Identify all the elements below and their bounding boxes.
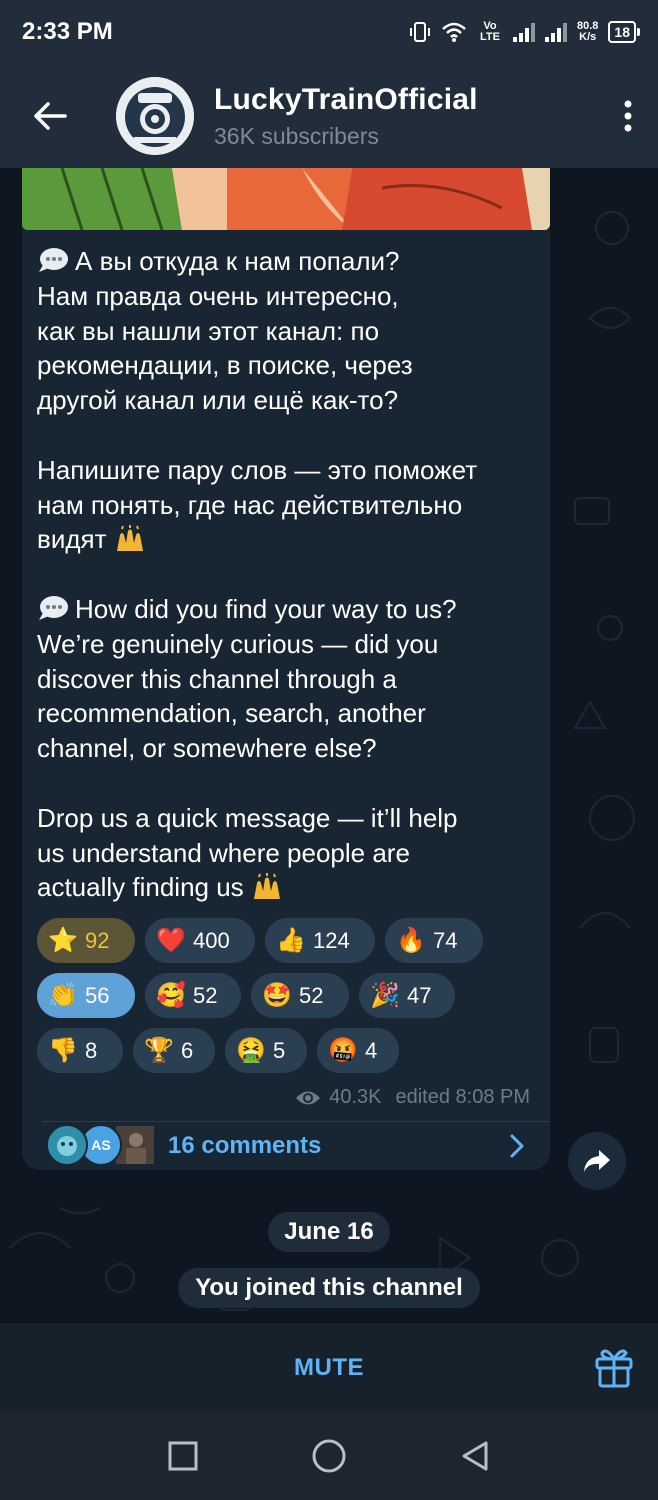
reaction-smiling-hearts[interactable]: 🥰 52 (145, 973, 241, 1018)
reaction-fire[interactable]: 🔥 74 (385, 918, 483, 963)
comments-count-label: 16 comments (168, 1132, 322, 1159)
reaction-vomit[interactable]: 🤮 5 (225, 1028, 307, 1073)
post-meta: 40.3K edited 8:08 PM (295, 1086, 530, 1109)
avatar-initials: AS (91, 1137, 111, 1153)
reaction-clap[interactable]: 👏 56 (37, 973, 135, 1018)
reaction-star-struck[interactable]: 🤩 52 (251, 973, 349, 1018)
post-illustration (22, 168, 550, 230)
triangle-back-icon (462, 1441, 488, 1471)
reactions-row: 👎 8 🏆 6 🤮 5 🤬 4 (37, 1028, 547, 1073)
status-bar: 2:33 PM Vo LTE 80.8 K/s 18 (0, 0, 658, 64)
signal-icon (513, 22, 535, 42)
smiling-face-hearts-icon: 🥰 (156, 982, 186, 1009)
edited-time: edited 8:08 PM (395, 1086, 530, 1108)
channel-title-block[interactable]: LuckyTrainOfficial 36K subscribers (214, 83, 478, 150)
channel-header[interactable]: LuckyTrainOfficial 36K subscribers (0, 64, 658, 168)
reaction-heart[interactable]: ❤️ 400 (145, 918, 255, 963)
network-speed: 80.8 K/s (577, 21, 598, 43)
recents-button[interactable] (161, 1434, 205, 1478)
cursing-face-icon: 🤬 (328, 1037, 358, 1064)
commenter-avatar-art (48, 1126, 86, 1164)
party-popper-icon: 🎉 (370, 982, 400, 1009)
channel-post-bubble[interactable]: А вы откуда к нам попали? Нам правда оче… (22, 168, 550, 1170)
arrow-left-icon (34, 102, 67, 130)
reaction-count: 4 (365, 1037, 378, 1063)
post-paragraph-ru-1: А вы откуда к нам попали? Нам правда оче… (37, 246, 413, 416)
status-icons: Vo LTE 80.8 K/s 18 (409, 20, 640, 43)
reaction-cursing[interactable]: 🤬 4 (317, 1028, 399, 1073)
reaction-count: 47 (407, 982, 432, 1008)
reaction-count: 52 (193, 982, 218, 1008)
vibrate-icon (410, 22, 430, 42)
thumbs-up-icon: 👍 (276, 927, 306, 954)
reaction-count: 56 (85, 982, 110, 1008)
mute-button[interactable]: MUTE (294, 1354, 364, 1382)
status-time: 2:33 PM (22, 18, 113, 45)
square-icon (168, 1441, 198, 1471)
back-button[interactable] (0, 64, 100, 168)
reactions-row: ⭐ 92 ❤️ 400 👍 124 🔥 74 (37, 918, 547, 963)
reaction-star[interactable]: ⭐ 92 (37, 918, 135, 963)
vomiting-face-icon: 🤮 (236, 1037, 266, 1064)
more-vertical-icon (624, 100, 632, 132)
system-back-button[interactable] (453, 1434, 497, 1478)
reaction-party[interactable]: 🎉 47 (359, 973, 455, 1018)
joined-channel-notice: You joined this channel (178, 1268, 480, 1308)
reactions-row: 👏 56 🥰 52 🤩 52 🎉 47 (37, 973, 547, 1018)
fire-icon: 🔥 (396, 927, 426, 954)
thumbs-down-icon: 👎 (48, 1037, 78, 1064)
share-button[interactable] (568, 1132, 626, 1190)
post-text: А вы откуда к нам попали? Нам правда оче… (37, 244, 537, 905)
commenter-avatars: AS (46, 1124, 156, 1168)
channel-avatar[interactable] (116, 77, 194, 155)
speech-bubble-icon (39, 248, 68, 272)
clapping-hands-icon: 👏 (48, 982, 78, 1009)
speech-bubble-icon (39, 595, 68, 620)
network-speed-unit: K/s (579, 31, 597, 43)
home-button[interactable] (307, 1434, 351, 1478)
reaction-count: 5 (273, 1037, 286, 1063)
star-struck-icon: 🤩 (262, 982, 292, 1009)
heart-icon: ❤️ (156, 927, 186, 954)
view-count: 40.3K (329, 1086, 382, 1108)
reaction-thumbs-up[interactable]: 👍 124 (265, 918, 375, 963)
post-paragraph-en-2: Drop us a quick message — it’ll help us … (37, 802, 458, 903)
chevron-right-icon (510, 1134, 524, 1158)
reaction-count: 52 (299, 982, 324, 1008)
chat-area[interactable]: А вы откуда к нам попали? Нам правда оче… (0, 168, 658, 1322)
raising-hands-icon (116, 525, 143, 552)
train-logo-icon (116, 77, 194, 155)
raising-hands-icon (253, 873, 280, 900)
post-paragraph-en-1: How did you find your way to us? We’re g… (37, 593, 457, 764)
reaction-count: 8 (85, 1037, 98, 1063)
reaction-count: 92 (85, 927, 110, 953)
gift-icon[interactable] (594, 1345, 634, 1389)
star-icon: ⭐ (48, 927, 78, 954)
reaction-thumbs-down[interactable]: 👎 8 (37, 1028, 123, 1073)
trophy-icon: 🏆 (144, 1037, 174, 1064)
channel-title: LuckyTrainOfficial (214, 82, 478, 116)
network-type: Vo LTE (480, 20, 500, 43)
reaction-count: 124 (313, 927, 350, 953)
more-options-button[interactable] (598, 64, 658, 168)
post-paragraph-ru-2: Напишите пару слов — это поможет нам пон… (37, 454, 478, 555)
avatar (46, 1124, 88, 1166)
post-image[interactable] (22, 168, 550, 230)
reaction-count: 400 (193, 927, 230, 953)
battery-indicator: 18 (608, 21, 640, 43)
system-navigation-bar (0, 1412, 658, 1500)
subscriber-count: 36K subscribers (214, 122, 379, 149)
reaction-count: 74 (433, 927, 458, 953)
comments-button[interactable]: AS 16 comments (22, 1122, 550, 1170)
eye-icon (296, 1091, 321, 1104)
wifi-icon (442, 22, 466, 42)
reaction-trophy[interactable]: 🏆 6 (133, 1028, 215, 1073)
circle-icon (312, 1439, 346, 1473)
reactions-panel: ⭐ 92 ❤️ 400 👍 124 🔥 74 👏 56 🥰 52 🤩 52 🎉 … (37, 918, 547, 1083)
reaction-count: 6 (181, 1037, 194, 1063)
share-arrow-icon (584, 1150, 610, 1172)
bottom-action-bar: MUTE (0, 1322, 658, 1412)
signal-icon-2 (545, 22, 567, 42)
date-separator: June 16 (268, 1212, 390, 1252)
